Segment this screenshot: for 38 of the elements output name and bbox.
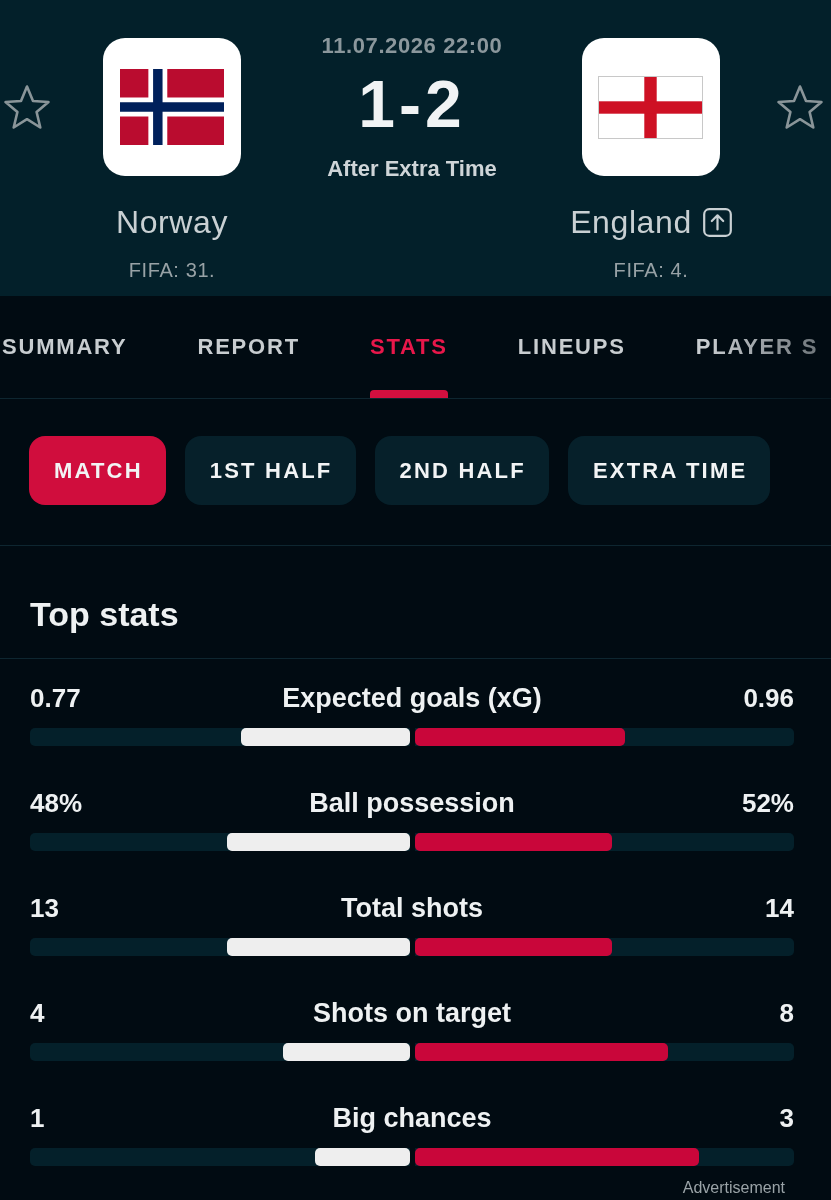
fifa-ranking: FIFA: 4. [613,258,689,282]
stat-label: Shots on target [313,997,511,1029]
team-name: England [570,203,692,242]
stat-value: 1 [30,1102,45,1134]
stat-value: 4 [30,997,45,1029]
star-icon[interactable] [775,84,824,130]
match-status: After Extra Time [327,156,497,182]
nav-tab[interactable]: LINEUPS [517,296,626,398]
period-filter-button[interactable]: 1ST HALF [184,436,356,505]
stat-value: 3 [779,1102,794,1134]
arrow-up-square-icon[interactable] [702,207,732,237]
nav-tab[interactable]: REPORT [197,296,300,398]
stat-label: Expected goals (xG) [282,682,542,714]
stat-label: Big chances [332,1102,492,1134]
stat-value: 13 [30,892,59,924]
stat-value: 48% [30,787,83,819]
nav-tab[interactable]: STATS [369,296,448,398]
fifa-ranking: FIFA: 31. [128,258,216,282]
stat-value: 14 [765,892,794,924]
period-filter-button[interactable]: 2ND HALF [374,436,549,505]
flag-icon [103,38,241,176]
flag-icon [582,38,720,176]
advertisement-label: Advertisement [682,1179,785,1197]
match-date: 11.07.2026 22:00 [321,33,503,59]
stat-label: Total shots [341,892,483,924]
team-name: Norway [115,203,229,242]
stat-label: Ball possession [309,787,515,819]
period-filter-button[interactable]: EXTRA TIME [567,436,771,505]
stat-value: 0.77 [30,682,81,714]
stat-value: 52% [741,787,794,819]
section-title: Top stats [30,594,179,634]
stat-value: 0.96 [743,682,794,714]
match-score: 1-2 [358,71,466,137]
period-filter-button[interactable]: MATCH [29,436,166,505]
nav-tab[interactable]: SUMMARY [2,296,128,398]
star-icon[interactable] [3,84,51,130]
nav-tab[interactable]: PLAYER S [695,296,819,398]
stat-value: 8 [779,997,794,1029]
